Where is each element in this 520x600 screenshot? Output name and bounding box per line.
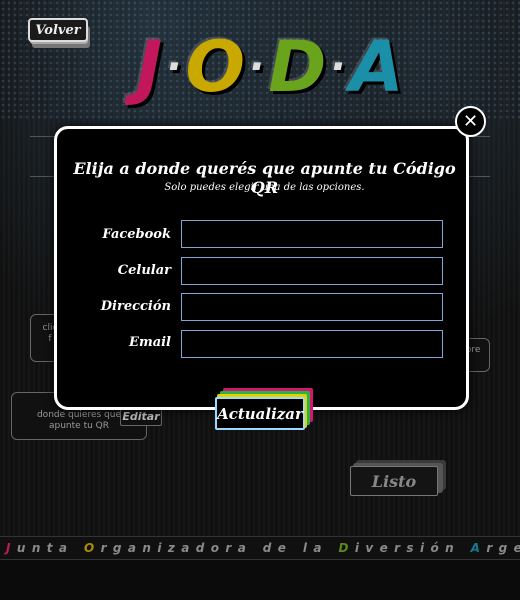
edit-button[interactable]: Editar [120,408,162,426]
logo-dot: · [166,44,182,90]
qr-target-dialog: Elija a donde querés que apunte tu Códig… [54,126,469,410]
email-label: Email [129,335,171,350]
update-button-label[interactable]: Actualizar [215,397,305,430]
footer-tagline: Junta Organizadora de la Diversión Argen… [0,536,520,560]
logo-letter-a: A [349,26,404,108]
facebook-input[interactable] [181,220,443,248]
email-input[interactable] [181,330,443,358]
update-button[interactable]: Actualizar [215,388,315,432]
done-button-label[interactable]: Listo [350,466,438,496]
done-button[interactable]: Listo [350,460,446,496]
logo-letter-o: O [185,26,246,108]
facebook-label: Facebook [102,227,171,242]
address-input[interactable] [181,293,443,321]
back-button[interactable]: Volver [28,18,90,48]
logo-letter-d: D [268,26,327,108]
phone-input[interactable] [181,257,443,285]
footer-cap-a: A [470,541,487,555]
footer-word: rgentina [486,541,520,555]
footer-word: iversión [354,541,461,555]
footer-cap-o: O [83,541,101,555]
logo-dot: · [330,44,346,90]
logo-letter-j: J [136,26,163,108]
dialog-subtitle: Solo puedes elegir una de las opciones. [164,182,365,193]
phone-label: Celular [117,263,171,278]
footer-cap-d: D [338,541,355,555]
back-button-label[interactable]: Volver [28,18,88,42]
close-icon[interactable]: ✕ [455,106,486,137]
joda-logo: J · O · D · A [130,22,410,112]
footer-cap-j: J [6,541,17,555]
footer-word: rganizadora de la [100,541,328,555]
footer-word: unta [16,541,74,555]
address-label: Dirección [100,299,171,314]
logo-dot: · [249,44,265,90]
